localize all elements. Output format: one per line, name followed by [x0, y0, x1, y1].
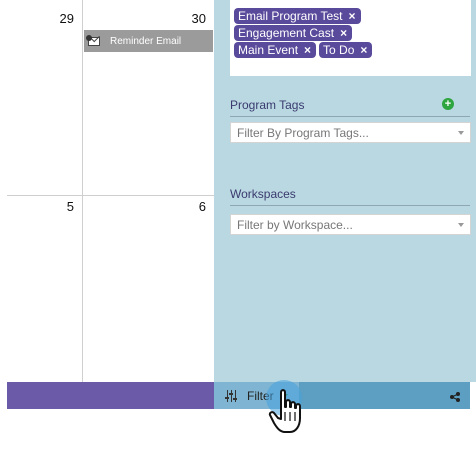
- tag-chip: Email Program Test ×: [234, 8, 361, 24]
- divider: [230, 205, 470, 206]
- divider: [230, 116, 470, 117]
- program-tags-placeholder: Filter By Program Tags...: [237, 126, 369, 140]
- tag-chip: Main Event ×: [234, 42, 317, 58]
- calendar-day-cell[interactable]: 5: [7, 196, 83, 382]
- hand-pointer-icon: [268, 389, 301, 433]
- tag-label: Main Event: [238, 43, 299, 57]
- sliders-icon: [225, 389, 238, 402]
- workspace-filter-select[interactable]: Filter by Workspace...: [230, 214, 471, 235]
- email-program-icon: [86, 35, 102, 47]
- remove-tag-icon[interactable]: ×: [348, 9, 355, 23]
- add-program-tag-icon[interactable]: +: [442, 98, 454, 110]
- tag-chip: To Do ×: [319, 42, 373, 58]
- calendar-grid: 29 30 5 6 Reminder Email: [0, 0, 214, 382]
- chevron-down-icon: [458, 131, 464, 135]
- calendar-day-cell[interactable]: 6: [83, 196, 214, 382]
- program-tags-title: Program Tags: [230, 98, 305, 112]
- workspaces-title: Workspaces: [230, 187, 296, 201]
- share-icon[interactable]: [450, 392, 460, 402]
- calendar-event[interactable]: Reminder Email: [84, 30, 213, 52]
- remove-tag-icon[interactable]: ×: [304, 43, 311, 57]
- bottom-bar-left: [7, 382, 214, 409]
- chevron-down-icon: [458, 223, 464, 227]
- workspace-placeholder: Filter by Workspace...: [237, 218, 353, 232]
- day-number: 29: [59, 11, 74, 26]
- day-number: 5: [66, 199, 74, 214]
- filter-panel: Email Program Test × Engagement Cast × Mai…: [214, 0, 476, 382]
- event-label: Reminder Email: [110, 35, 182, 47]
- selected-tags-box[interactable]: Email Program Test × Engagement Cast × Mai…: [230, 0, 471, 76]
- tag-label: Email Program Test: [238, 9, 343, 23]
- calendar-day-cell[interactable]: 29: [7, 0, 83, 196]
- tag-chip: Engagement Cast ×: [234, 25, 353, 41]
- remove-tag-icon[interactable]: ×: [340, 26, 347, 40]
- remove-tag-icon[interactable]: ×: [360, 43, 367, 57]
- day-number: 30: [191, 11, 206, 26]
- tag-label: To Do: [323, 43, 355, 57]
- program-tags-filter-select[interactable]: Filter By Program Tags...: [230, 122, 471, 143]
- day-number: 6: [198, 199, 206, 214]
- tag-label: Engagement Cast: [238, 26, 335, 40]
